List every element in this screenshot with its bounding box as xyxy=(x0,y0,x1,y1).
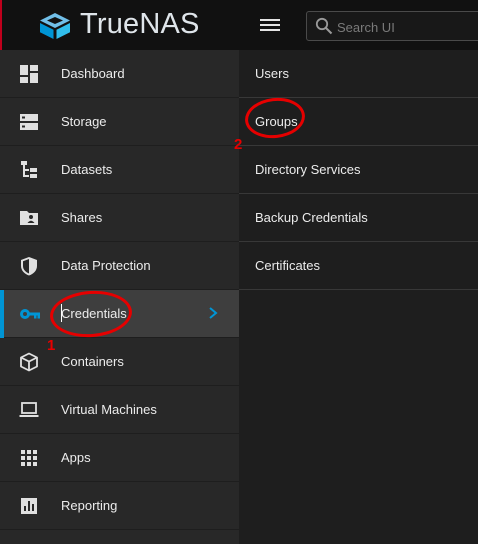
sidebar-item-containers[interactable]: Containers xyxy=(0,338,239,386)
sidebar-item-label: Reporting xyxy=(61,498,118,513)
search-box[interactable] xyxy=(306,11,478,41)
credentials-submenu: Users Groups Directory Services Backup C… xyxy=(239,50,478,290)
submenu-item-certificates[interactable]: Certificates xyxy=(239,242,478,290)
sidebar-item-dashboard[interactable]: Dashboard xyxy=(0,50,239,98)
apps-grid-icon xyxy=(21,450,37,466)
hamburger-menu-button[interactable] xyxy=(260,16,280,34)
sidebar-item-label: Apps xyxy=(61,450,91,465)
search-input[interactable] xyxy=(337,18,477,36)
sidebar-item-storage[interactable]: Storage xyxy=(0,98,239,146)
submenu-item-backup-credentials[interactable]: Backup Credentials xyxy=(239,194,478,242)
reporting-icon xyxy=(21,498,37,514)
sidebar-item-label: Data Protection xyxy=(61,258,151,273)
sidebar-item-label: Datasets xyxy=(61,162,113,177)
sidebar-item-label: Storage xyxy=(61,114,107,129)
datasets-icon xyxy=(21,161,37,178)
dashboard-icon xyxy=(20,65,38,83)
chevron-right-icon xyxy=(209,307,218,319)
truenas-logo-icon xyxy=(40,13,70,39)
submenu-item-users[interactable]: Users xyxy=(239,50,478,98)
sidebar-item-shares[interactable]: Shares xyxy=(0,194,239,242)
annotation-step-1: 1 xyxy=(47,337,56,354)
sidebar-item-virtual-machines[interactable]: Virtual Machines xyxy=(0,386,239,434)
sidebar-item-datasets[interactable]: Datasets xyxy=(0,146,239,194)
submenu-item-directory-services[interactable]: Directory Services xyxy=(239,146,478,194)
shares-icon xyxy=(20,211,38,225)
submenu-item-label: Backup Credentials xyxy=(255,210,368,225)
storage-icon xyxy=(20,114,38,130)
shield-icon xyxy=(21,257,37,276)
key-icon xyxy=(20,309,40,319)
menu-bar-icon xyxy=(260,29,280,31)
sidebar-item-data-protection[interactable]: Data Protection xyxy=(0,242,239,290)
sidebar-item-reporting[interactable]: Reporting xyxy=(0,482,239,530)
sidebar-item-label: Shares xyxy=(61,210,103,225)
brand-name: TrueNAS xyxy=(80,8,200,40)
menu-bar-icon xyxy=(260,19,280,21)
search-icon xyxy=(315,17,333,35)
sidebar-item-apps[interactable]: Apps xyxy=(0,434,239,482)
laptop-icon xyxy=(19,402,39,417)
sidebar-item-label: Virtual Machines xyxy=(61,402,157,417)
submenu-item-label: Users xyxy=(255,66,289,81)
submenu-item-label: Directory Services xyxy=(255,162,361,177)
annotation-step-2: 2 xyxy=(234,136,243,153)
submenu-item-label: Certificates xyxy=(255,258,321,273)
sidebar-item-label: Dashboard xyxy=(61,66,125,81)
cube-icon xyxy=(20,352,38,372)
brand-area: TrueNAS xyxy=(0,0,239,50)
sidebar-item-label: Containers xyxy=(61,354,124,369)
menu-bar-icon xyxy=(260,24,280,26)
